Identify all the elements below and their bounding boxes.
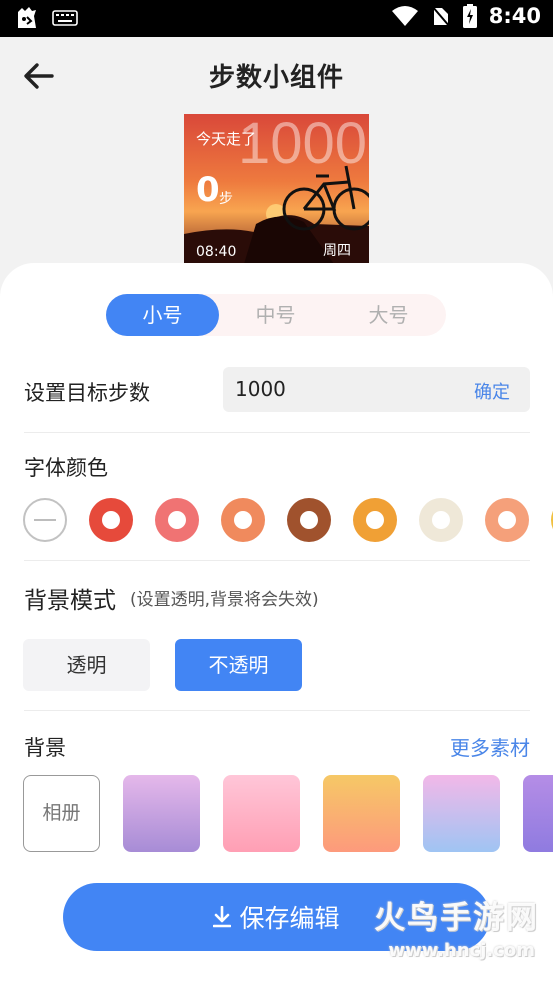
background-thumbnail[interactable] bbox=[123, 775, 200, 852]
color-swatch[interactable] bbox=[485, 498, 529, 542]
album-button[interactable]: 相册 bbox=[23, 775, 100, 852]
header: 步数小组件 bbox=[0, 37, 553, 113]
settings-panel: 小号 中号 大号 设置目标步数 1000 确定 字体颜色 背景模式 (设置透明,… bbox=[0, 263, 553, 983]
opaque-button[interactable]: 不透明 bbox=[175, 639, 302, 691]
color-swatch[interactable] bbox=[89, 498, 133, 542]
step-count: 0 bbox=[196, 170, 220, 210]
tab-large[interactable]: 大号 bbox=[332, 294, 445, 336]
goal-input[interactable]: 1000 确定 bbox=[223, 367, 530, 412]
divider bbox=[24, 710, 530, 711]
page-title: 步数小组件 bbox=[208, 63, 344, 93]
tab-small[interactable]: 小号 bbox=[106, 294, 219, 336]
bg-mode-note: (设置透明,背景将会失效) bbox=[130, 590, 319, 610]
background-thumbnail[interactable] bbox=[223, 775, 300, 852]
confirm-button[interactable]: 确定 bbox=[474, 378, 510, 404]
color-swatch[interactable] bbox=[419, 498, 463, 542]
background-thumbnail[interactable] bbox=[323, 775, 400, 852]
color-swatch-none[interactable] bbox=[23, 498, 67, 542]
no-sim-icon bbox=[431, 5, 451, 28]
watermark: 火鸟手游网 www.hncj.com bbox=[369, 892, 539, 972]
background-thumbnail[interactable] bbox=[423, 775, 500, 852]
background-thumbnails: 相册 bbox=[23, 775, 553, 853]
keyboard-icon bbox=[52, 10, 78, 26]
app-notification-icon bbox=[18, 7, 36, 28]
divider bbox=[24, 560, 530, 561]
download-icon bbox=[213, 906, 232, 928]
size-segmented-control: 小号 中号 大号 bbox=[106, 294, 446, 336]
color-swatch[interactable] bbox=[155, 498, 199, 542]
preview-weekday: 周四 bbox=[323, 243, 351, 259]
tab-medium[interactable]: 中号 bbox=[219, 294, 332, 336]
more-materials-link[interactable]: 更多素材 bbox=[450, 732, 530, 761]
wifi-icon bbox=[391, 6, 418, 26]
goal-label: 设置目标步数 bbox=[24, 381, 150, 405]
battery-charging-icon bbox=[462, 4, 477, 28]
background-label: 背景 bbox=[24, 736, 66, 760]
color-swatch[interactable] bbox=[287, 498, 331, 542]
goal-watermark-text: 1000 bbox=[237, 114, 367, 176]
step-unit: 步 bbox=[219, 191, 233, 207]
minus-icon bbox=[34, 519, 56, 521]
font-color-swatches bbox=[23, 498, 553, 542]
watermark-url: www.hncj.com bbox=[388, 940, 535, 961]
goal-value[interactable]: 1000 bbox=[235, 377, 286, 401]
color-swatch[interactable] bbox=[221, 498, 265, 542]
color-swatch[interactable] bbox=[353, 498, 397, 542]
save-label: 保存编辑 bbox=[239, 904, 340, 933]
preview-time: 08:40 bbox=[196, 244, 237, 260]
divider bbox=[24, 432, 530, 433]
bg-mode-title: 背景模式 bbox=[24, 588, 116, 614]
widget-preview: 1000 今天走了 0 步 08:40 周四 bbox=[184, 114, 369, 264]
today-label: 今天走了 bbox=[196, 130, 257, 148]
status-bar: 8:40 bbox=[0, 0, 553, 37]
status-time: 8:40 bbox=[488, 4, 541, 28]
font-color-label: 字体颜色 bbox=[24, 456, 108, 480]
transparent-button[interactable]: 透明 bbox=[23, 639, 150, 691]
background-thumbnail[interactable] bbox=[523, 775, 553, 852]
watermark-text: 火鸟手游网 bbox=[374, 900, 539, 936]
